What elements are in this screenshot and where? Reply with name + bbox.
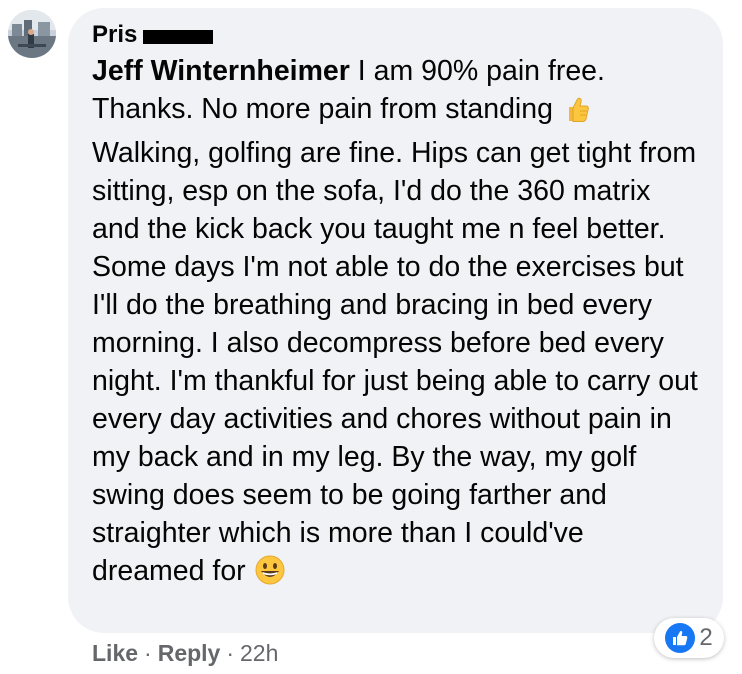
like-reaction-icon [665, 623, 696, 653]
avatar[interactable] [8, 10, 56, 58]
comment-container: Pris Jeff Winternheimer I am 90% pain fr… [0, 0, 742, 674]
separator: · [226, 640, 235, 666]
separator: · [144, 640, 152, 666]
timestamp[interactable]: 22h [240, 640, 278, 667]
mention-link[interactable]: Jeff Winternheimer [92, 55, 350, 87]
redaction-bar [143, 30, 214, 44]
reaction-summary[interactable]: 2 [654, 618, 724, 658]
comment-text: Jeff Winternheimer I am 90% pain free. T… [92, 52, 701, 596]
avatar-photo [8, 10, 56, 58]
like-button[interactable]: Like [92, 640, 138, 667]
grinning-face-icon [254, 554, 286, 596]
comment-actions: Like · Reply · 22h [92, 640, 278, 667]
author-name[interactable]: Pris [92, 21, 137, 49]
thumbs-up-icon [561, 94, 591, 134]
reaction-count: 2 [699, 624, 713, 651]
reply-button[interactable]: Reply [158, 640, 221, 667]
comment-bubble: Pris Jeff Winternheimer I am 90% pain fr… [68, 8, 723, 633]
comment-text-part-2: Walking, golfing are fine. Hips can get … [92, 137, 698, 587]
author-row: Pris [92, 20, 701, 50]
